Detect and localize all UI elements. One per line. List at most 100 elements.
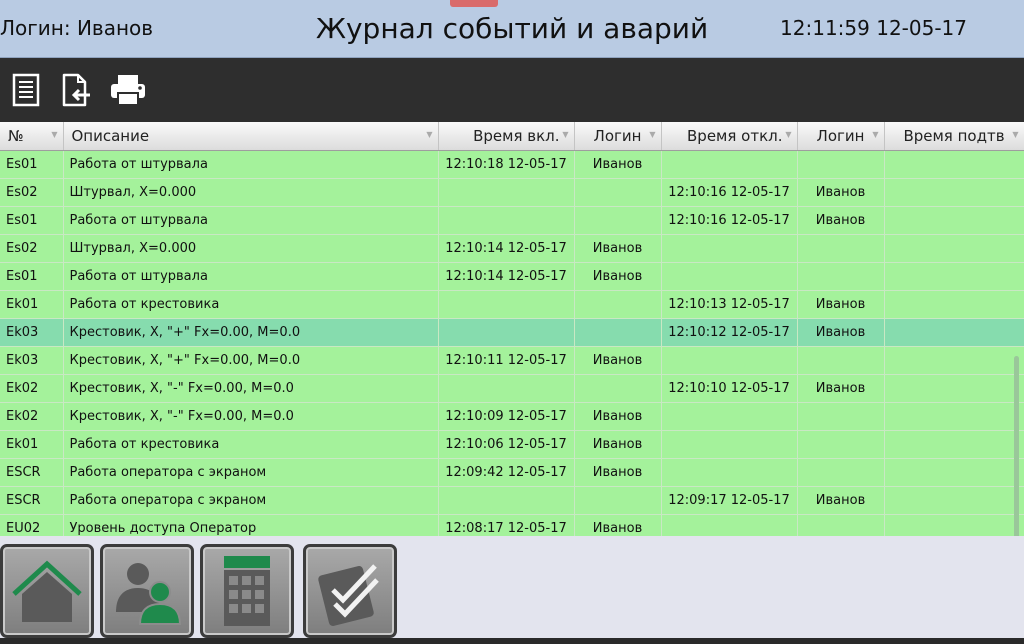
table-row[interactable]: Ek03 Крестовик, X, "+" Fx=0.00, M=0.0 12:1… [0,318,1024,347]
table-row[interactable]: Es01 Работа от штурвала 12:10:16 12-05-17 И… [0,206,1024,235]
table-cell [438,374,575,403]
table-cell: Крестовик, X, "-" Fx=0.00, M=0.0 [63,374,439,403]
table-cell: Работа от штурвала [63,262,439,291]
bottom-border [0,638,1024,644]
table-cell [574,486,662,515]
table-cell: 12:10:14 12-05-17 [438,234,575,263]
table-cell [884,374,1024,403]
table-cell: Иванов [574,262,662,291]
table-cell [574,318,662,347]
table-cell: Иванов [574,346,662,375]
table-header-row: № ▼ Описание ▼ Время вкл. ▼ Логин ▼ Время от… [0,122,1024,151]
table-cell: Es01 [0,262,64,291]
table-cell: ESCR [0,458,64,487]
checklist-button[interactable] [303,544,397,638]
table-cell: Штурвал, X=0.000 [63,178,439,207]
table-cell: 12:10:12 12-05-17 [661,318,798,347]
column-header-login-off[interactable]: Логин ▼ [797,122,885,151]
table-cell [797,346,885,375]
table-cell: Работа оператора с экраном [63,486,439,515]
column-header-number[interactable]: № ▼ [0,122,64,151]
table-row[interactable]: ESCR Работа оператора с экраном 12:09:17 1… [0,486,1024,515]
table-row[interactable]: Es01 Работа от штурвала 12:10:14 12-05-17 И… [0,262,1024,291]
table-row[interactable]: Es02 Штурвал, X=0.000 12:10:14 12-05-17 Ива… [0,234,1024,263]
calculator-button[interactable] [200,544,294,638]
table-cell: 12:09:17 12-05-17 [661,486,798,515]
table-cell [797,430,885,459]
table-cell: Крестовик, X, "-" Fx=0.00, M=0.0 [63,402,439,431]
table-cell: Иванов [574,150,662,179]
table-cell: Es02 [0,178,64,207]
table-cell: Работа от штурвала [63,150,439,179]
event-log-table: № ▼ Описание ▼ Время вкл. ▼ Логин ▼ Время от… [0,122,1024,536]
home-button[interactable] [0,544,94,638]
table-cell: 12:10:16 12-05-17 [661,178,798,207]
header-red-tab[interactable] [450,0,498,7]
table-cell: 12:10:14 12-05-17 [438,262,575,291]
table-cell: 12:10:09 12-05-17 [438,402,575,431]
column-header-time-off[interactable]: Время откл. ▼ [661,122,798,151]
clock: 12:11:59 12-05-17 [780,16,967,40]
table-cell [884,290,1024,319]
table-cell [884,402,1024,431]
header-bar: Логин: Иванов Журнал событий и аварий 12… [0,0,1024,58]
table-cell [661,458,798,487]
column-header-login-on[interactable]: Логин ▼ [574,122,662,151]
table-cell: 12:10:11 12-05-17 [438,346,575,375]
table-cell: Иванов [797,290,885,319]
document-list-icon[interactable] [6,70,46,110]
table-cell: 12:09:42 12-05-17 [438,458,575,487]
table-cell: Es02 [0,234,64,263]
table-body: Es01 Работа от штурвала 12:10:18 12-05-17 И… [0,150,1024,536]
table-cell: 12:10:10 12-05-17 [661,374,798,403]
table-row[interactable]: Es01 Работа от штурвала 12:10:18 12-05-17 И… [0,150,1024,179]
table-cell: Иванов [574,430,662,459]
table-cell: Иванов [797,318,885,347]
printer-icon[interactable] [108,70,148,110]
table-cell [884,486,1024,515]
table-cell: EU02 [0,514,64,536]
table-cell: 12:10:18 12-05-17 [438,150,575,179]
table-cell [438,486,575,515]
table-cell [884,206,1024,235]
table-row[interactable]: Ek03 Крестовик, X, "+" Fx=0.00, M=0.0 12:1… [0,346,1024,375]
table-row[interactable]: Es02 Штурвал, X=0.000 12:10:16 12-05-17 Ива… [0,178,1024,207]
table-cell: Работа от крестовика [63,430,439,459]
table-row[interactable]: Ek01 Работа от крестовика 12:10:06 12-05-1… [0,430,1024,459]
table-cell [438,178,575,207]
table-cell: Работа оператора с экраном [63,458,439,487]
table-row[interactable]: Ek01 Работа от крестовика 12:10:13 12-05-1… [0,290,1024,319]
table-row[interactable]: Ek02 Крестовик, X, "-" Fx=0.00, M=0.0 12:1… [0,402,1024,431]
table-cell: Es01 [0,150,64,179]
table-row[interactable]: ESCR Работа оператора с экраном 12:09:42 1… [0,458,1024,487]
calculator-icon [224,556,270,626]
table-cell [661,262,798,291]
table-cell [797,458,885,487]
table-cell [884,262,1024,291]
table-cell [884,430,1024,459]
table-cell: 12:10:13 12-05-17 [661,290,798,319]
home-icon [12,560,82,622]
table-scrollbar[interactable] [1014,356,1019,536]
table-cell [884,458,1024,487]
table-cell [661,514,798,536]
table-row[interactable]: EU02 Уровень доступа Оператор 12:08:17 12-… [0,514,1024,536]
table-cell: Ek03 [0,318,64,347]
column-header-description[interactable]: Описание ▼ [63,122,439,151]
column-header-time-on[interactable]: Время вкл. ▼ [438,122,575,151]
table-cell [797,150,885,179]
table-cell [574,374,662,403]
table-cell [661,234,798,263]
table-cell [438,290,575,319]
table-cell [884,234,1024,263]
table-cell [661,150,798,179]
table-cell [797,402,885,431]
export-icon[interactable] [56,70,96,110]
users-button[interactable] [100,544,194,638]
table-cell [661,346,798,375]
table-cell: Иванов [574,234,662,263]
column-header-time-ack[interactable]: Время подтв ▼ [884,122,1024,151]
table-cell [574,178,662,207]
table-cell: Иванов [797,486,885,515]
table-row[interactable]: Ek02 Крестовик, X, "-" Fx=0.00, M=0.0 12:1… [0,374,1024,403]
